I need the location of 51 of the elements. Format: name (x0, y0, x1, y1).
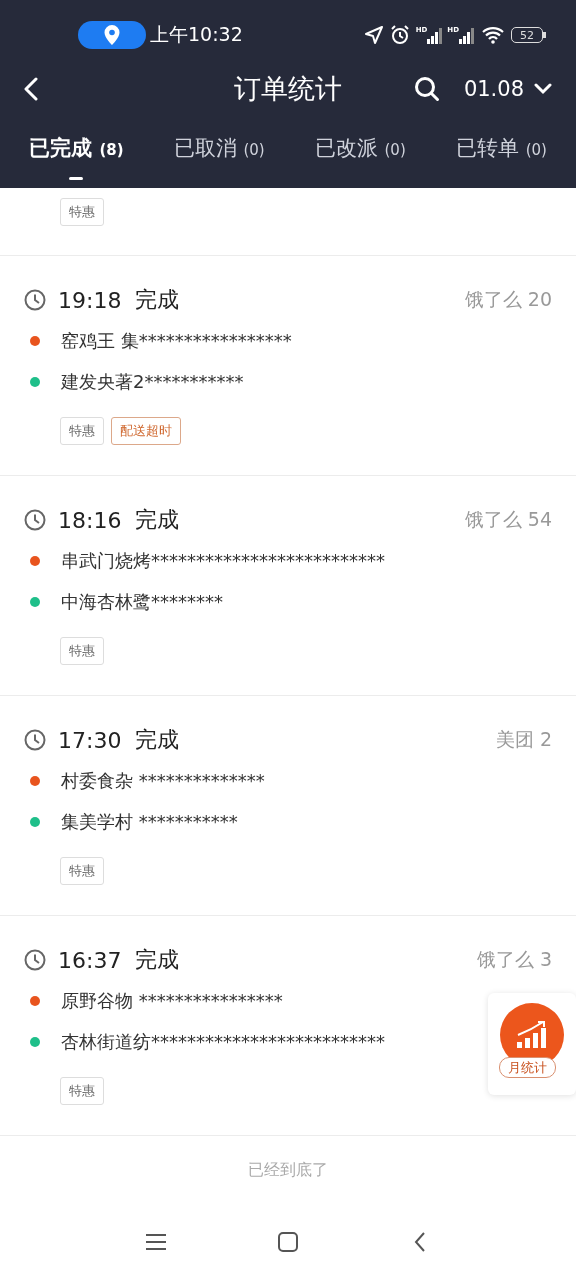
address-text: 建发央著2*********** (61, 370, 244, 394)
tab[interactable]: 已完成 (8) (19, 108, 134, 188)
platform-label: 饿了么 20 (464, 287, 552, 312)
address-text: 村委食杂 ************** (61, 769, 265, 793)
tab[interactable]: 已改派 (0) (304, 108, 416, 188)
location-pill[interactable] (78, 21, 146, 49)
tag-label: 特惠 (60, 637, 104, 665)
clock-icon (24, 729, 46, 751)
battery-indicator: 52 (511, 27, 546, 43)
address-text: 窑鸡王 集***************** (61, 329, 292, 353)
order-time: 16:37 (58, 947, 122, 973)
clock-icon (24, 949, 46, 971)
order-status: 完成 (135, 946, 180, 974)
order-time: 19:18 (58, 287, 122, 313)
address-text: 原野谷物 **************** (61, 989, 283, 1013)
chevron-down-icon (534, 83, 552, 95)
monthly-stats-button[interactable]: 月统计 (488, 993, 576, 1095)
location-pin-icon (104, 25, 120, 45)
wifi-icon (481, 26, 505, 44)
order-time: 17:30 (58, 727, 122, 753)
platform-label: 饿了么 54 (464, 507, 552, 532)
address-text: 集美学村 *********** (61, 810, 238, 834)
platform-label: 美团 2 (495, 727, 552, 752)
tag-label: 特惠 (60, 857, 104, 885)
back-icon[interactable] (24, 77, 38, 101)
tag-label: 特惠 (60, 198, 104, 226)
bar-chart-icon (515, 1020, 549, 1050)
home-square-icon[interactable] (276, 1230, 300, 1254)
warning-tag: 配送超时 (111, 417, 181, 445)
tag-label: 特惠 (60, 1077, 104, 1105)
order-status: 完成 (135, 506, 180, 534)
order-status: 完成 (135, 286, 180, 314)
search-icon[interactable] (413, 76, 440, 102)
tab[interactable]: 已转单 (0) (445, 108, 557, 188)
end-of-list-text: 已经到底了 (248, 1160, 328, 1179)
tag-label: 特惠 (60, 417, 104, 445)
clock-icon (24, 289, 46, 311)
navigation-arrow-icon (363, 25, 384, 45)
page-title: 订单统计 (234, 73, 342, 104)
menu-icon[interactable] (144, 1232, 168, 1252)
date-selector[interactable]: 01.08 (463, 77, 552, 101)
alarm-clock-icon (389, 25, 410, 45)
address-text: 中海杏林鹭******** (61, 590, 223, 614)
order-time: 18:16 (58, 507, 122, 533)
address-text: 杏林街道纺************************** (61, 1030, 385, 1054)
platform-label: 饿了么 3 (476, 947, 552, 972)
address-text: 串武门烧烤************************** (61, 549, 385, 573)
clock-icon (24, 509, 46, 531)
tab[interactable]: 已取消 (0) (163, 108, 275, 188)
clock-time: 上午10:32 (150, 22, 243, 47)
order-status: 完成 (135, 726, 180, 754)
